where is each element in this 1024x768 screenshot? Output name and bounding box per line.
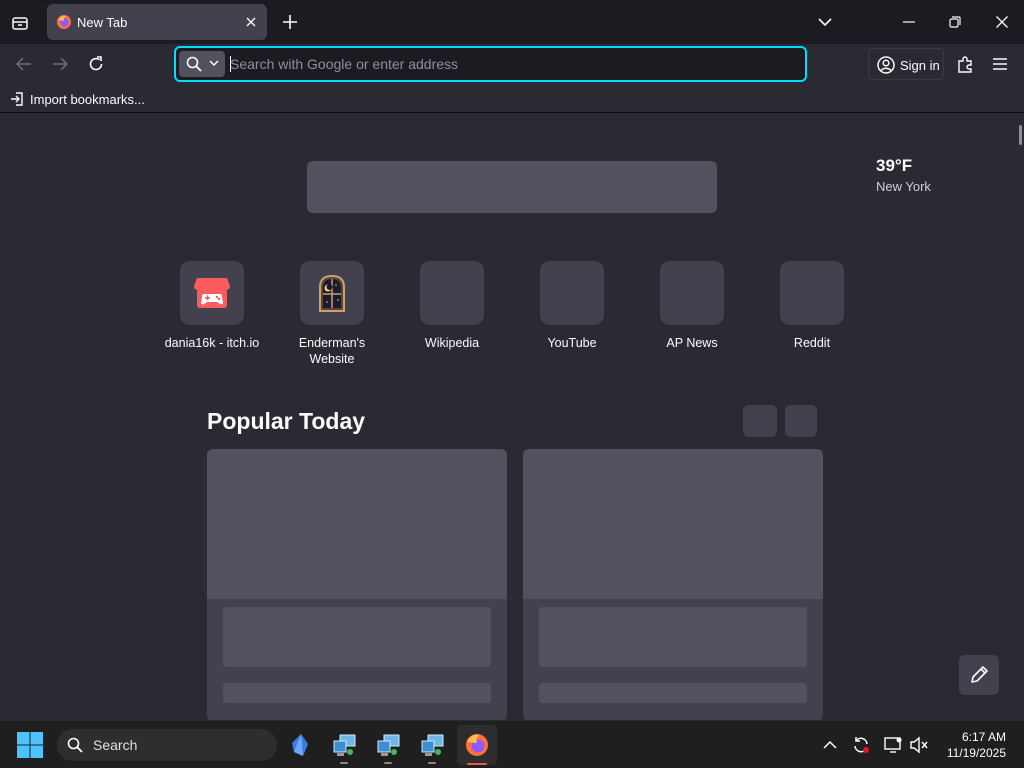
customize-pencil-icon[interactable] — [959, 655, 999, 695]
itchio-icon — [180, 261, 244, 325]
windows-taskbar: Search 6:17 AM 11/19/2025 — [0, 720, 1024, 768]
back-arrow-icon[interactable] — [12, 52, 36, 76]
story-text-placeholder — [539, 607, 807, 667]
shortcut-tile-reddit[interactable]: Reddit — [757, 261, 867, 351]
shortcut-label: dania16k - itch.io — [164, 336, 260, 350]
url-input[interactable] — [230, 53, 790, 75]
story-source-placeholder — [223, 683, 491, 703]
clock-date: 11/19/2025 — [946, 746, 1006, 760]
running-indicator — [340, 762, 348, 764]
story-image-placeholder — [523, 449, 823, 599]
close-tab-icon[interactable] — [243, 14, 259, 30]
search-engine-selector[interactable] — [179, 51, 225, 77]
chevron-down-icon — [209, 60, 219, 67]
taskbar-app-firefox-icon[interactable] — [457, 725, 497, 765]
running-indicator — [428, 762, 436, 764]
taskbar-app-computer-icon[interactable] — [328, 729, 360, 764]
shortcut-tile-wikipedia[interactable]: Wikipedia — [397, 261, 507, 351]
hamburger-menu-icon[interactable] — [988, 52, 1012, 76]
shortcut-label: Enderman's Website — [298, 336, 366, 366]
tab-new-tab[interactable]: New Tab — [47, 4, 267, 40]
tab-strip: New Tab — [0, 0, 1024, 44]
shortcut-tile-ap-news[interactable]: AP News — [637, 261, 747, 351]
import-bookmarks-button[interactable]: Import bookmarks... — [10, 89, 145, 109]
shortcut-label: Reddit — [793, 336, 831, 350]
bookmarks-toolbar: Import bookmarks... — [0, 84, 1024, 113]
carousel-next-button[interactable] — [785, 405, 817, 437]
show-hidden-icons-chevron-icon[interactable] — [820, 735, 840, 755]
restore-window-icon[interactable] — [934, 0, 976, 44]
minimize-window-icon[interactable] — [888, 0, 930, 44]
shortcut-icon-placeholder — [780, 261, 844, 325]
shortcut-icon-placeholder — [660, 261, 724, 325]
new-tab-plus-icon[interactable] — [279, 11, 301, 33]
story-source-placeholder — [539, 683, 807, 703]
firefox-view-icon[interactable] — [8, 11, 32, 35]
section-title-popular-today: Popular Today — [207, 408, 366, 434]
taskbar-app-computer-icon[interactable] — [372, 729, 404, 764]
windows-start-icon[interactable] — [16, 731, 44, 759]
shortcut-icon-placeholder — [540, 261, 604, 325]
tab-title: New Tab — [77, 15, 128, 30]
import-bookmarks-label: Import bookmarks... — [30, 91, 145, 107]
taskbar-search-label: Search — [93, 737, 138, 753]
weather-widget[interactable]: 39°F New York — [876, 156, 931, 194]
story-card-placeholder[interactable] — [207, 449, 507, 720]
weather-temperature: 39°F — [876, 156, 913, 175]
taskbar-clock[interactable]: 6:17 AM 11/19/2025 — [947, 729, 1006, 761]
sign-in-button[interactable]: Sign in — [868, 48, 944, 80]
clock-time: 6:17 AM — [961, 730, 1006, 744]
import-arrow-icon — [10, 92, 24, 106]
speaker-muted-icon[interactable] — [909, 735, 929, 755]
list-all-tabs-chevron-icon[interactable] — [814, 11, 836, 33]
story-text-placeholder — [223, 607, 491, 667]
close-window-icon[interactable] — [980, 0, 1024, 44]
shortcut-label: YouTube — [547, 336, 597, 350]
story-card-placeholder[interactable] — [523, 449, 823, 720]
shortcut-label: AP News — [666, 336, 718, 350]
firefox-icon — [56, 14, 72, 30]
window-moon-icon — [300, 261, 364, 325]
shortcut-icon-placeholder — [420, 261, 484, 325]
running-indicator — [384, 762, 392, 764]
account-icon — [877, 56, 895, 74]
forward-arrow-icon[interactable] — [48, 52, 72, 76]
navigation-toolbar: Sign in — [0, 44, 1024, 84]
reload-icon[interactable] — [84, 52, 108, 76]
taskbar-search-box[interactable]: Search — [57, 729, 277, 761]
search-box-placeholder[interactable] — [307, 161, 717, 213]
shortcut-label: Wikipedia — [424, 336, 480, 350]
carousel-previous-button[interactable] — [743, 405, 777, 437]
active-app-indicator — [467, 763, 487, 765]
search-icon — [186, 56, 202, 72]
shortcut-tile-youtube[interactable]: YouTube — [517, 261, 627, 351]
text-caret — [230, 56, 231, 72]
address-bar[interactable] — [174, 46, 807, 82]
network-monitor-icon[interactable] — [883, 735, 903, 755]
sync-icon[interactable] — [851, 735, 871, 755]
new-tab-page: 39°F New York dania16k - itch.io Enderma… — [0, 113, 1024, 720]
search-icon — [67, 737, 83, 753]
story-image-placeholder — [207, 449, 507, 599]
taskbar-app-crystal-icon[interactable] — [285, 729, 317, 761]
shortcut-tile-itchio[interactable]: dania16k - itch.io — [157, 261, 267, 351]
sign-in-label: Sign in — [900, 58, 940, 73]
taskbar-app-computer-icon[interactable] — [416, 729, 448, 764]
extensions-puzzle-icon[interactable] — [953, 52, 977, 76]
scrollbar-thumb[interactable] — [1019, 125, 1022, 145]
weather-city: New York — [876, 179, 931, 194]
shortcut-tile-endermans-website[interactable]: Enderman's Website — [277, 261, 387, 367]
